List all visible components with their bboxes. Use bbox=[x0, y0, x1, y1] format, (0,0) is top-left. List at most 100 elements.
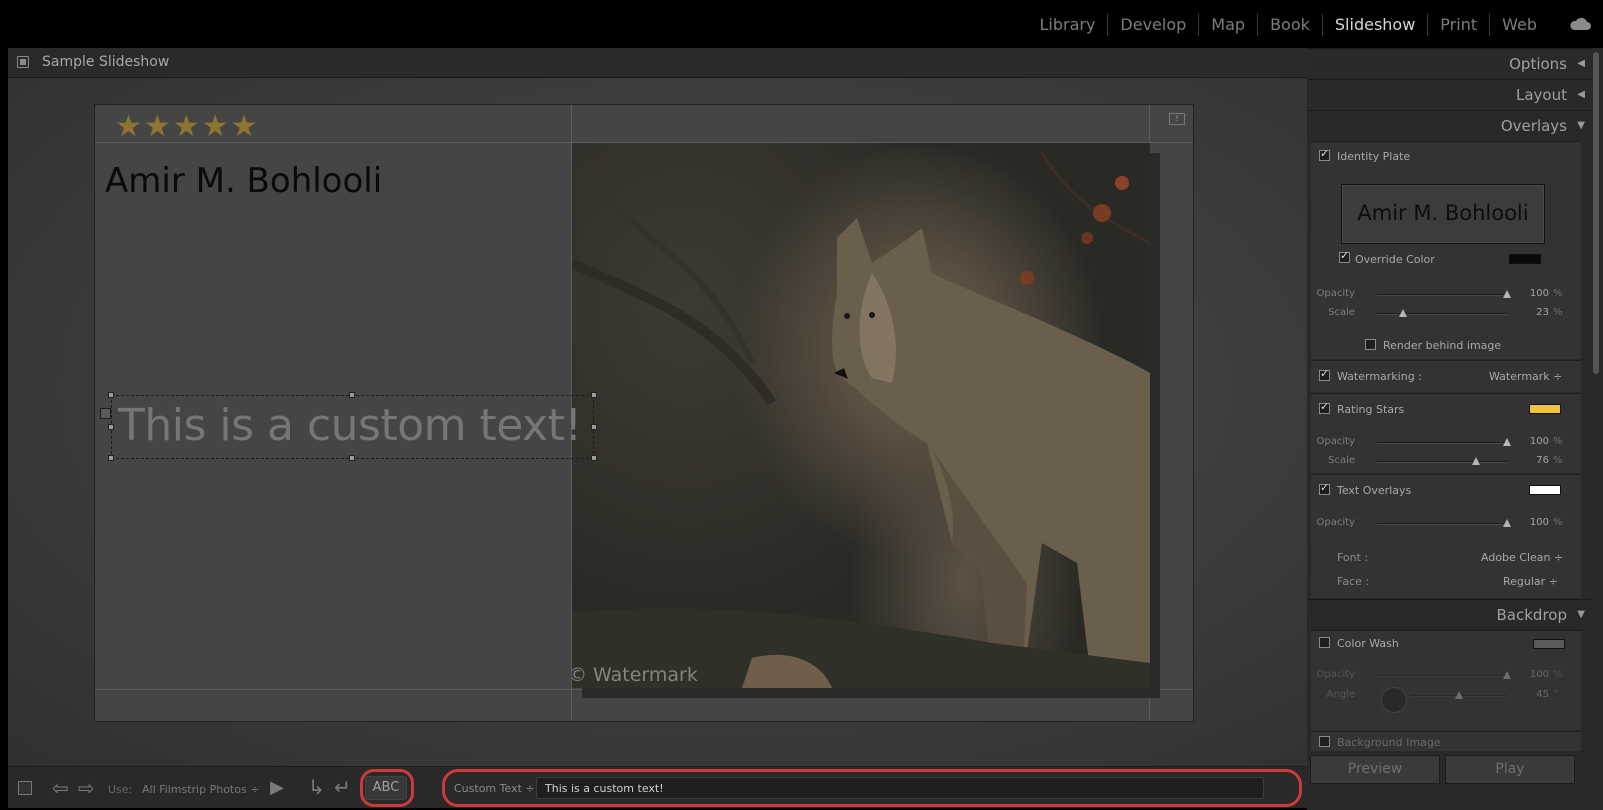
rating-stars-label: Rating Stars bbox=[1337, 403, 1405, 416]
custom-text-overlay[interactable]: This is a custom text! bbox=[100, 392, 597, 461]
slideshow-name: Sample Slideshow bbox=[42, 54, 170, 70]
angle-label: Angle bbox=[1326, 689, 1355, 700]
text-source-select[interactable]: Custom Text ÷ bbox=[454, 782, 535, 795]
face-select[interactable]: Regular ÷ bbox=[1503, 575, 1558, 588]
panel-scrollbar[interactable] bbox=[1593, 52, 1599, 374]
module-book[interactable]: Book bbox=[1257, 14, 1322, 36]
wash-opacity-value[interactable]: 100 bbox=[1519, 669, 1549, 680]
rotate-clockwise-icon[interactable]: ↳ bbox=[308, 775, 325, 799]
resize-handle[interactable] bbox=[108, 455, 114, 461]
override-color-swatch[interactable] bbox=[1509, 254, 1541, 264]
percent-unit: % bbox=[1553, 517, 1563, 528]
text-overlays-label: Text Overlays bbox=[1337, 484, 1412, 497]
module-library[interactable]: Library bbox=[1027, 14, 1107, 36]
identity-plate-checkbox[interactable] bbox=[1319, 147, 1330, 161]
resize-handle[interactable] bbox=[591, 392, 597, 398]
text-overlays-checkbox[interactable] bbox=[1319, 481, 1330, 495]
collapse-triangle-icon: ◀ bbox=[1577, 89, 1585, 100]
watermarking-checkbox[interactable] bbox=[1319, 367, 1330, 381]
module-web[interactable]: Web bbox=[1489, 14, 1549, 36]
module-map[interactable]: Map bbox=[1198, 14, 1257, 36]
expand-triangle-icon: ▼ bbox=[1577, 120, 1585, 131]
stars-scale-value[interactable]: 76 bbox=[1519, 455, 1549, 466]
module-print[interactable]: Print bbox=[1427, 14, 1489, 36]
plate-opacity-value[interactable]: 100 bbox=[1519, 288, 1549, 299]
resize-handle[interactable] bbox=[108, 424, 114, 430]
anchor-point-icon[interactable] bbox=[100, 408, 111, 419]
previous-slide-arrow-icon[interactable]: ⇦ bbox=[52, 776, 69, 800]
slide-canvas[interactable]: ★ ★ ★ ★ ★ Amir M. Bohlooli ! © Watermark… bbox=[94, 104, 1194, 722]
module-develop[interactable]: Develop bbox=[1107, 14, 1198, 36]
watermark-select[interactable]: Watermark ÷ bbox=[1489, 370, 1562, 383]
section-title: Layout bbox=[1516, 86, 1567, 104]
rating-stars-checkbox[interactable] bbox=[1319, 400, 1330, 414]
module-list: Library Develop Map Book Slideshow Print… bbox=[1027, 14, 1549, 36]
section-overlays[interactable]: Overlays ▼ bbox=[1307, 110, 1593, 140]
identity-plate-overlay[interactable]: Amir M. Bohlooli bbox=[105, 161, 382, 201]
angle-value[interactable]: 45 bbox=[1519, 689, 1549, 700]
slide-info-icon: ! bbox=[1169, 113, 1185, 125]
play-button[interactable]: Play bbox=[1445, 755, 1575, 784]
slider-thumb[interactable] bbox=[1503, 671, 1511, 679]
text-opacity-value[interactable]: 100 bbox=[1519, 517, 1549, 528]
override-color-checkbox[interactable] bbox=[1339, 249, 1350, 263]
plate-opacity-slider[interactable] bbox=[1377, 290, 1511, 298]
rating-stars[interactable]: ★ ★ ★ ★ ★ bbox=[115, 109, 258, 145]
custom-text-input[interactable] bbox=[536, 777, 1264, 799]
render-behind-checkbox[interactable] bbox=[1365, 339, 1376, 350]
next-slide-arrow-icon[interactable]: ⇨ bbox=[78, 776, 95, 800]
plate-scale-value[interactable]: 23 bbox=[1519, 307, 1549, 318]
slider-thumb[interactable] bbox=[1399, 309, 1407, 317]
watermark-overlay: © Watermark bbox=[572, 664, 698, 686]
angle-slider[interactable] bbox=[1411, 691, 1507, 699]
rating-color-swatch[interactable] bbox=[1529, 404, 1561, 414]
angle-dial-icon[interactable] bbox=[1381, 687, 1407, 713]
wolf-photo-graphic bbox=[572, 152, 1150, 688]
stop-button[interactable] bbox=[18, 781, 32, 795]
slider-thumb[interactable] bbox=[1503, 519, 1511, 527]
text-color-swatch[interactable] bbox=[1529, 485, 1561, 495]
slider-thumb[interactable] bbox=[1503, 438, 1511, 446]
background-image-label: Background Image bbox=[1337, 736, 1441, 749]
section-title: Backdrop bbox=[1496, 606, 1567, 624]
wash-color-swatch[interactable] bbox=[1533, 639, 1565, 649]
text-opacity-slider[interactable] bbox=[1377, 519, 1511, 527]
resize-handle[interactable] bbox=[108, 392, 114, 398]
identity-plate-panel: Identity Plate Amir M. Bohlooli Override… bbox=[1311, 141, 1581, 359]
stars-opacity-value[interactable]: 100 bbox=[1519, 436, 1549, 447]
slider-thumb[interactable] bbox=[1471, 457, 1480, 465]
preview-play-icon[interactable]: ▶ bbox=[270, 777, 284, 798]
identity-plate-label: Identity Plate bbox=[1337, 150, 1411, 163]
stars-opacity-slider[interactable] bbox=[1377, 438, 1511, 446]
section-title: Options bbox=[1509, 55, 1567, 73]
text-overlays-panel: Text Overlays Opacity 100 % Font : Adobe… bbox=[1311, 474, 1581, 598]
cloud-sync-icon[interactable] bbox=[1569, 16, 1591, 32]
color-wash-checkbox[interactable] bbox=[1319, 637, 1330, 648]
font-select[interactable]: Adobe Clean ÷ bbox=[1481, 551, 1563, 564]
opacity-label: Opacity bbox=[1316, 517, 1355, 528]
slider-thumb[interactable] bbox=[1503, 290, 1511, 298]
add-text-button[interactable]: ABC bbox=[365, 776, 407, 800]
resize-handle[interactable] bbox=[349, 392, 355, 398]
scale-label: Scale bbox=[1328, 307, 1355, 318]
wash-opacity-slider[interactable] bbox=[1377, 671, 1511, 679]
module-picker: Library Develop Map Book Slideshow Print… bbox=[0, 0, 1603, 48]
module-slideshow[interactable]: Slideshow bbox=[1321, 14, 1427, 36]
collapse-triangle-icon: ◀ bbox=[1577, 58, 1585, 69]
rotate-counterclockwise-icon[interactable]: ↵ bbox=[334, 775, 351, 799]
resize-handle[interactable] bbox=[349, 455, 355, 461]
resize-handle[interactable] bbox=[591, 424, 597, 430]
preview-button[interactable]: Preview bbox=[1310, 755, 1440, 784]
render-behind-label: Render behind image bbox=[1383, 339, 1502, 352]
slider-thumb[interactable] bbox=[1455, 691, 1463, 699]
section-backdrop[interactable]: Backdrop ▼ bbox=[1307, 599, 1593, 629]
slide-photo[interactable]: © Watermark bbox=[572, 143, 1150, 688]
background-image-checkbox[interactable] bbox=[1319, 736, 1330, 747]
use-source-select[interactable]: All Filmstrip Photos ÷ bbox=[142, 783, 259, 796]
stars-scale-slider[interactable] bbox=[1377, 457, 1507, 465]
section-layout[interactable]: Layout ◀ bbox=[1307, 79, 1593, 109]
resize-handle[interactable] bbox=[591, 455, 597, 461]
plate-scale-slider[interactable] bbox=[1377, 309, 1507, 317]
section-options[interactable]: Options ◀ bbox=[1307, 48, 1593, 78]
identity-plate-preview[interactable]: Amir M. Bohlooli bbox=[1341, 184, 1545, 244]
